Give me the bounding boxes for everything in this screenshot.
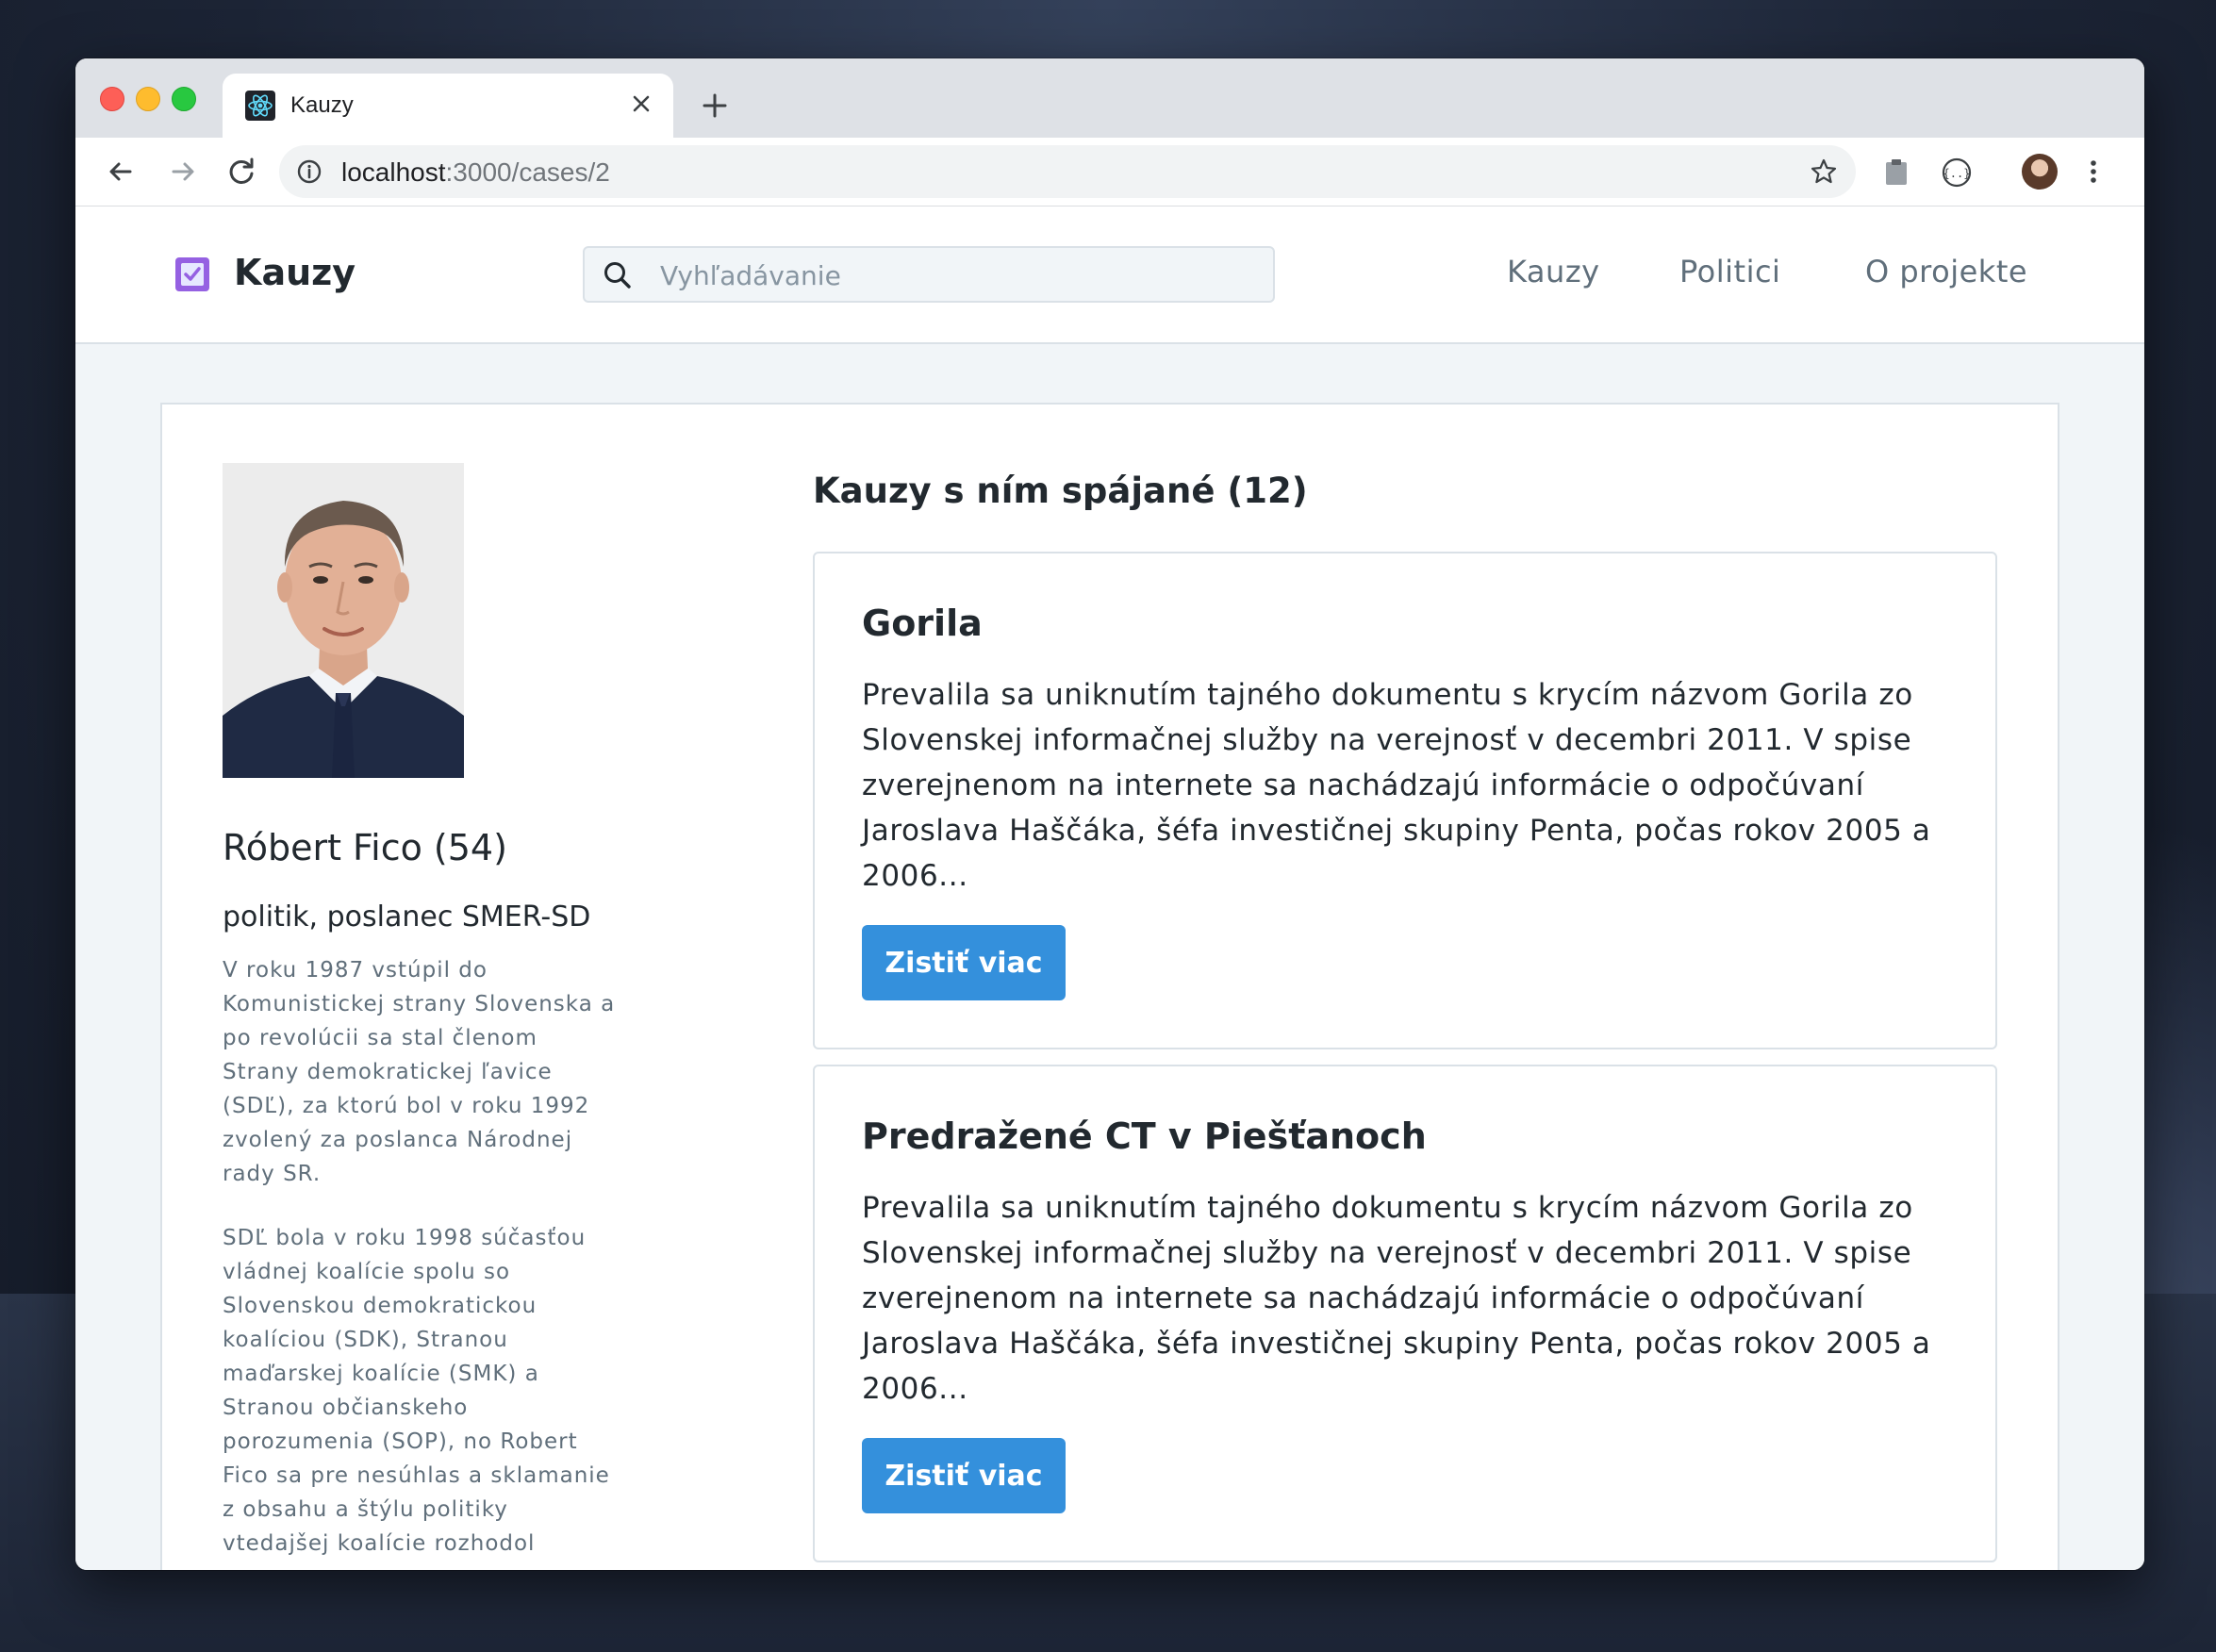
politician-photo [223,463,464,778]
case-card: Predražené CT v Piešťanoch Prevalila sa … [813,1065,1997,1562]
search-input[interactable] [658,256,1228,295]
case-card: Gorila Prevalila sa uniknutím tajného do… [813,552,1997,1049]
politician-name: Róbert Fico (54) [223,827,507,868]
search-box[interactable] [583,246,1275,303]
reload-icon[interactable] [221,151,262,192]
address-bar[interactable]: localhost:3000/cases/2 [279,145,1856,198]
case-title: Predražené CT v Piešťanoch [862,1115,1427,1157]
learn-more-button[interactable]: Zistiť viac [862,1438,1066,1513]
browser-window: Kauzy localhost:3000/cases/2 {..} Kauzy … [75,58,2144,1570]
window-maximize-button[interactable] [172,87,196,111]
politician-detail-card: Róbert Fico (54) politik, poslanec SMER-… [160,403,2059,1570]
arrow-left-icon[interactable] [100,151,141,192]
window-minimize-button[interactable] [136,87,160,111]
arrow-right-icon[interactable] [162,151,204,192]
case-description: Prevalila sa uniknutím tajného dokumentu… [862,1191,1931,1406]
learn-more-button[interactable]: Zistiť viac [862,925,1066,1000]
app-logo-text[interactable]: Kauzy [234,252,356,293]
new-tab-icon[interactable] [696,87,734,124]
tab-title: Kauzy [290,92,354,118]
politician-role: politik, poslanec SMER-SD [223,900,591,933]
related-cases-heading: Kauzy s ním spájané (12) [813,471,1308,511]
menu-dots-icon[interactable] [2076,155,2110,189]
profile-avatar[interactable] [2022,154,2058,190]
nav-link-o-projekte[interactable]: O projekte [1865,254,2027,289]
star-icon[interactable] [1809,157,1839,187]
info-icon[interactable] [296,158,322,185]
politician-bio-paragraph: V roku 1987 vstúpil do Komunistickej str… [223,958,616,1186]
tab-close-icon[interactable] [624,87,658,121]
extension-clipboard-icon[interactable] [1880,157,1912,189]
title-bar: Kauzy [75,58,2144,138]
browser-tab[interactable]: Kauzy [223,74,673,138]
url-host: localhost [341,157,446,187]
checkbox-icon[interactable] [174,256,211,293]
nav-link-politici[interactable]: Politici [1679,254,1780,289]
app-header: Kauzy Kauzy Politici O projekte [75,206,2144,344]
extension-json-icon[interactable]: {..} [1941,157,1973,189]
svg-text:{..}: {..} [1943,167,1971,180]
url-text: localhost:3000/cases/2 [341,157,610,188]
window-close-button[interactable] [100,87,124,111]
browser-toolbar: localhost:3000/cases/2 {..} [75,138,2144,206]
nav-link-kauzy[interactable]: Kauzy [1507,254,1600,289]
url-path: :3000/cases/2 [445,157,610,187]
case-title: Gorila [862,603,983,644]
page-content: Róbert Fico (54) politik, poslanec SMER-… [75,344,2144,1570]
politician-bio-paragraph: SDĽ bola v roku 1998 súčasťou vládnej ko… [223,1226,610,1556]
react-atom-icon [245,91,275,121]
search-icon [602,259,634,291]
case-description: Prevalila sa uniknutím tajného dokumentu… [862,678,1931,893]
